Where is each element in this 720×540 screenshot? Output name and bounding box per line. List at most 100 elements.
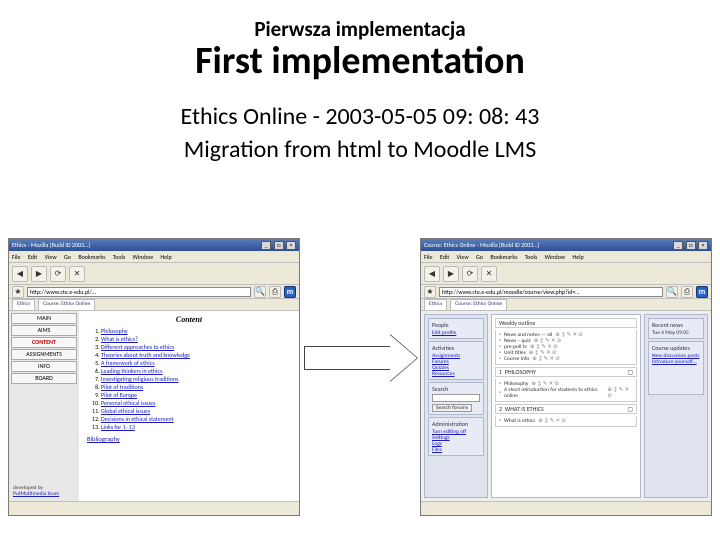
slide-line-2: Migration from html to Moodle LMS (40, 135, 680, 164)
forward-icon[interactable]: ▶ (31, 266, 47, 282)
reload-icon[interactable]: ⟳ (50, 266, 66, 282)
collapse-icon[interactable]: ▢ (627, 405, 633, 413)
window-minimize-icon[interactable]: _ (673, 241, 683, 250)
tab-course[interactable]: Course: Ethics Online (450, 299, 507, 310)
content-link[interactable]: Links for 1–13 (101, 423, 135, 431)
menu-edit[interactable]: Edit (440, 253, 449, 261)
window-close-icon[interactable]: × (286, 241, 296, 250)
bibliography-link[interactable]: Bibliography (87, 435, 291, 443)
content-link[interactable]: Theories about truth and knowledge (101, 351, 190, 359)
block-heading: People (432, 321, 480, 329)
window-close-icon[interactable]: × (698, 241, 708, 250)
nav-main[interactable]: MAIN (11, 313, 77, 324)
content-link[interactable]: Pilot of Europe (101, 391, 137, 399)
menu-edit[interactable]: Edit (28, 253, 37, 261)
moodle-body: People Edit profile Activities Assignmen… (421, 311, 711, 501)
menu-bookmarks[interactable]: Bookmarks (490, 253, 517, 261)
browser-toolbar: ◀ ▶ ⟳ ✕ (9, 263, 299, 285)
week-0-body: News and notes — all⊕ ↕ ✎ ✕ ⊘ News – qui… (495, 330, 637, 365)
menu-bar[interactable]: File Edit View Go Bookmarks Tools Window… (9, 251, 299, 263)
menu-view[interactable]: View (45, 253, 57, 261)
back-icon[interactable]: ◀ (12, 266, 28, 282)
content-link[interactable]: Investigating religious traditions (101, 375, 178, 383)
menu-window[interactable]: Window (133, 253, 153, 261)
content-link[interactable]: What is ethics? (101, 335, 138, 343)
print-icon[interactable]: ⎙ (681, 286, 693, 298)
content-heading: Content (87, 315, 291, 324)
nav-assignments[interactable]: ASSIGNMENTS (11, 349, 77, 360)
content-link[interactable]: Leading thinkers in ethics (101, 367, 162, 375)
block-heading: Activities (432, 344, 480, 352)
week-2-header: 2 WHAT IS ETHICS ▢ (495, 404, 637, 414)
weekly-outline-header: Weekly outline (495, 318, 637, 328)
tab-ethics[interactable]: Ethics (424, 299, 447, 310)
content-link[interactable]: Global ethical issues (101, 407, 150, 415)
menu-file[interactable]: File (424, 253, 433, 261)
activity-link[interactable]: A short introduction for students to eth… (504, 387, 604, 399)
bookmark-icon[interactable]: ★ (424, 286, 436, 298)
forward-icon[interactable]: ▶ (443, 266, 459, 282)
browser-tabs: Ethics Course: Ethics Online (421, 299, 711, 311)
block-course-updates: Course updates New discussion posts Intr… (648, 341, 704, 395)
menu-tools[interactable]: Tools (525, 253, 537, 261)
address-input[interactable]: http://www.cte.e-edu.pl/moodle/course/vi… (439, 287, 663, 297)
status-bar (421, 501, 711, 515)
edit-glyphs-icon[interactable]: ⊕ ↕ ✎ ✕ ⊘ (532, 356, 560, 362)
migration-arrow-icon (304, 328, 422, 388)
activity-link[interactable]: What is ethics (504, 418, 535, 424)
menu-help[interactable]: Help (572, 253, 583, 261)
window-minimize-icon[interactable]: _ (261, 241, 271, 250)
menu-view[interactable]: View (457, 253, 469, 261)
window-maximize-icon[interactable]: □ (686, 241, 696, 250)
bookmark-icon[interactable]: ★ (12, 286, 24, 298)
nav-board[interactable]: BOARD (11, 373, 77, 384)
content-link[interactable]: Different approaches to ethics (101, 343, 174, 351)
stop-icon[interactable]: ✕ (69, 266, 85, 282)
content-link[interactable]: Pilot of traditions (101, 383, 143, 391)
nav-content[interactable]: CONTENT (11, 337, 77, 348)
link-edit-profile[interactable]: Edit profile (432, 330, 480, 336)
content-link[interactable]: A framework of ethics (101, 359, 155, 367)
activity-link[interactable]: Course info (504, 356, 529, 362)
content-link[interactable]: Decisions in ethical statement (101, 415, 174, 423)
tab-course[interactable]: Course: Ethics Online (38, 299, 95, 310)
update-link[interactable]: Introduce yourself… (652, 359, 700, 365)
content-link[interactable]: Philosophy (101, 327, 128, 335)
link-files[interactable]: Files (432, 447, 480, 453)
status-bar (9, 501, 299, 515)
menu-help[interactable]: Help (160, 253, 171, 261)
window-maximize-icon[interactable]: □ (274, 241, 284, 250)
menu-bookmarks[interactable]: Bookmarks (78, 253, 105, 261)
nav-aims[interactable]: AIMS (11, 325, 77, 336)
mozilla-logo-icon: m (696, 286, 708, 298)
menu-window[interactable]: Window (545, 253, 565, 261)
block-search: Search Search forums (428, 382, 484, 415)
stop-icon[interactable]: ✕ (481, 266, 497, 282)
edit-glyphs-icon[interactable]: ⊕ ↕ ✎ ✕ ⊘ (607, 387, 633, 399)
content-link[interactable]: Personal ethical issues (101, 399, 155, 407)
menu-bar[interactable]: File Edit View Go Bookmarks Tools Window… (421, 251, 711, 263)
search-input[interactable] (432, 394, 480, 402)
link-resources[interactable]: Resources (432, 371, 480, 377)
print-icon[interactable]: ⎙ (269, 286, 281, 298)
menu-go[interactable]: Go (476, 253, 483, 261)
browser-toolbar: ◀ ▶ ⟳ ✕ (421, 263, 711, 285)
search-icon[interactable]: 🔍 (254, 286, 266, 298)
edit-glyphs-icon[interactable]: ⊕ ↕ ✎ ✕ ⊘ (538, 418, 566, 424)
reload-icon[interactable]: ⟳ (462, 266, 478, 282)
content-pane: Content Philosophy What is ethics? Diffe… (79, 311, 299, 501)
back-icon[interactable]: ◀ (424, 266, 440, 282)
address-input[interactable]: http://www.cte.e-edu.pl/… (27, 287, 251, 297)
site-side-nav: MAIN AIMS CONTENT ASSIGNMENTS INFO BOARD (9, 311, 79, 501)
menu-go[interactable]: Go (64, 253, 71, 261)
search-forums-button[interactable]: Search forums (432, 404, 472, 412)
tab-ethics[interactable]: Ethics (12, 299, 35, 310)
collapse-icon[interactable]: ▢ (627, 368, 633, 376)
nav-info[interactable]: INFO (11, 361, 77, 372)
menu-file[interactable]: File (12, 253, 21, 261)
search-icon[interactable]: 🔍 (666, 286, 678, 298)
browser-tabs: Ethics Course: Ethics Online (9, 299, 299, 311)
menu-tools[interactable]: Tools (113, 253, 125, 261)
block-heading: Search (432, 385, 480, 393)
content-list: Philosophy What is ethics? Different app… (87, 327, 291, 431)
